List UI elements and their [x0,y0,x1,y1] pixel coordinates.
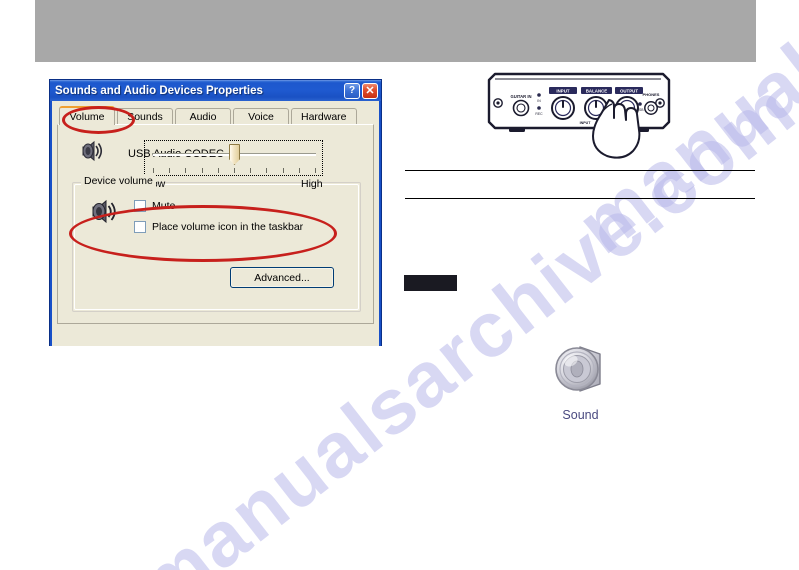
dialog-title: Sounds and Audio Devices Properties [55,85,263,97]
svg-text:BALANCE: BALANCE [586,89,608,94]
speaker-icon [80,139,106,168]
mute-checkbox-row[interactable]: Mute [134,200,175,212]
mute-label: Mute [152,200,176,212]
tab-audio[interactable]: Audio [175,108,231,125]
page-header-band [35,0,756,62]
groupbox-title: Device volume [81,175,156,187]
sound-control-panel-icon-block[interactable]: Sound [543,340,618,422]
close-icon[interactable]: ✕ [362,83,378,99]
svg-text:IN: IN [537,99,541,103]
horizontal-rule-top [405,170,755,171]
dialog-body: Volume Sounds Audio Voice Hardware USB D… [50,101,381,346]
taskbar-icon-checkbox-row[interactable]: Place volume icon in the taskbar [134,221,303,233]
audio-interface-illustration: GUITAR IN IN REC INPUT BALANCE INPUT COM… [481,70,677,160]
page-root: manualsarchive.com manualsarchive.com So… [0,0,799,570]
slider-thumb[interactable] [229,144,240,165]
taskbar-icon-checkbox[interactable] [134,221,146,233]
tab-hardware[interactable]: Hardware [291,108,357,125]
slider-high-label: High [301,178,323,190]
slider-ticks [153,168,316,174]
tab-voice[interactable]: Voice [233,108,289,125]
titlebar-button-group: ? ✕ [344,83,378,99]
sound-icon-caption: Sound [562,408,599,422]
svg-text:REC: REC [535,112,543,116]
svg-text:OUTPUT: OUTPUT [620,89,638,94]
svg-text:GUITAR IN: GUITAR IN [510,94,531,99]
sounds-and-audio-devices-dialog: Sounds and Audio Devices Properties ? ✕ … [49,79,382,346]
taskbar-icon-label: Place volume icon in the taskbar [152,221,304,233]
svg-text:USB: USB [637,108,645,112]
dialog-titlebar[interactable]: Sounds and Audio Devices Properties ? ✕ [50,80,381,101]
device-volume-slider[interactable] [144,140,323,176]
svg-text:PHONES: PHONES [643,92,660,97]
svg-text:INPUT: INPUT [556,89,569,94]
horizontal-rule-bottom [405,198,755,199]
volume-tab-panel: USB Audio CODEC Device volume [57,124,374,324]
advanced-button[interactable]: Advanced... [230,267,334,288]
tab-sounds[interactable]: Sounds [117,108,173,125]
svg-text:INPUT: INPUT [580,121,592,125]
tab-volume[interactable]: Volume [59,106,115,125]
tabstrip: Volume Sounds Audio Voice Hardware [55,106,376,125]
mute-checkbox[interactable] [134,200,146,212]
help-icon[interactable]: ? [344,83,360,99]
redacted-text-block [404,275,457,291]
volume-speaker-icon [90,198,120,230]
sound-speaker-icon [554,346,601,392]
